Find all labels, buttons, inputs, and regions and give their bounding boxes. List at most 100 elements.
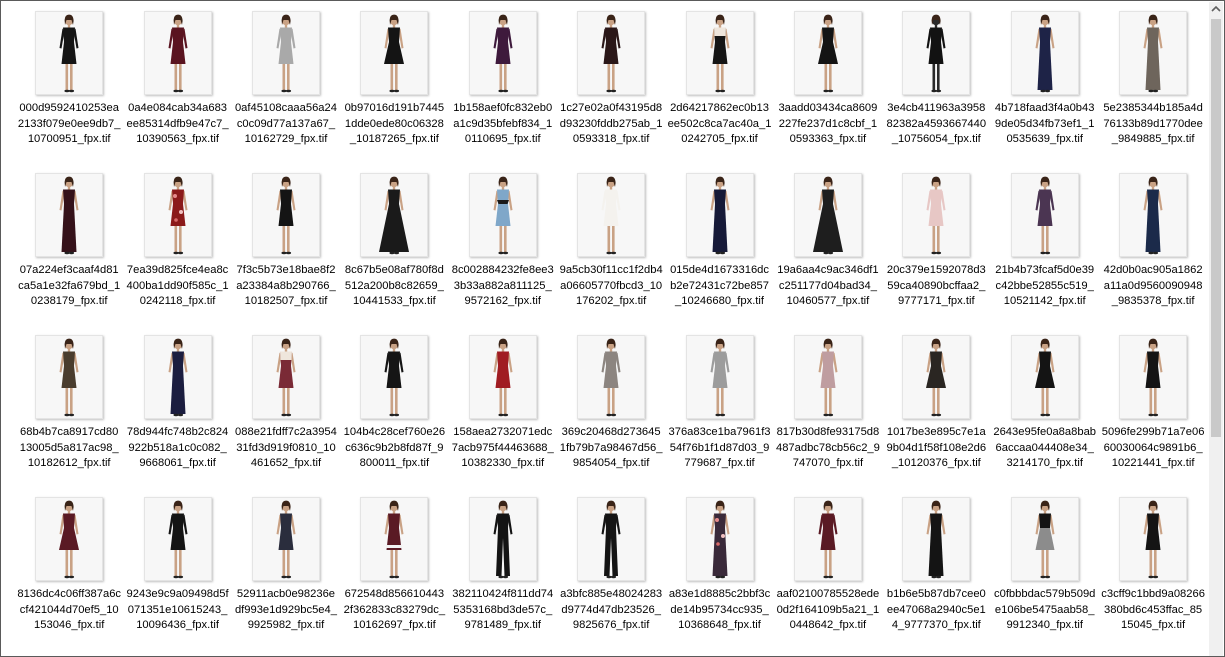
file-tile[interactable]: 4b718faad3f4a0b439de05d34fb73ef1_1053563… xyxy=(991,5,1099,167)
image-thumbnail[interactable] xyxy=(685,497,754,581)
image-thumbnail[interactable] xyxy=(360,173,429,257)
file-tile[interactable]: 9a5cb30f11cc1f2db4a06605770fbcd3_1017620… xyxy=(557,167,665,329)
file-tile[interactable]: 158aea2732071edc7acb975f44463688_1038233… xyxy=(449,329,557,491)
file-tile[interactable]: 8136dc4c06ff387a6ccf421044d70ef5_1015304… xyxy=(15,491,123,653)
file-name-label: 68b4b7ca8917cd8013005d5a817ac98_10182612… xyxy=(19,426,119,469)
file-tile[interactable]: 9243e9c9a09498d5f071351e10615243_1009643… xyxy=(123,491,231,653)
file-name-label: 9a5cb30f11cc1f2db4a06605770fbcd3_1017620… xyxy=(559,264,663,307)
scrollbar-thumb[interactable] xyxy=(1211,19,1221,437)
file-tile[interactable]: 7f3c5b73e18bae8f2a23384a8b290766_1018250… xyxy=(232,167,340,329)
image-thumbnail[interactable] xyxy=(1119,11,1188,95)
file-name-label: 015de4d1673316dcb2e72431c72be857_1024668… xyxy=(670,264,769,307)
image-thumbnail[interactable] xyxy=(685,11,754,95)
file-tile[interactable]: 5096fe299b71a7e0660030064c9891b6_1022144… xyxy=(1099,329,1207,491)
file-tile[interactable]: 2d64217862ec0b13ee502c8ca7ac40a_10242705… xyxy=(665,5,773,167)
file-tile[interactable]: 3e4cb411963a395882382a4593667440_1075605… xyxy=(882,5,990,167)
file-tile[interactable]: 817b30d8fe93175d8487adbc78cb56c2_9747070… xyxy=(774,329,882,491)
file-name-label: 0a4e084cab34a683ee85314dfb9e47c7_1039056… xyxy=(126,102,229,145)
file-tile[interactable]: 382110424f811dd745353168bd3de57c_9781489… xyxy=(449,491,557,653)
file-tile[interactable]: 8c002884232fe8ee33b33a882a811125_9572162… xyxy=(449,167,557,329)
image-thumbnail[interactable] xyxy=(577,335,646,419)
file-tile[interactable]: 78d944fc748b2c824922b518a1c0c082_9668061… xyxy=(123,329,231,491)
image-thumbnail[interactable] xyxy=(1119,335,1188,419)
image-thumbnail[interactable] xyxy=(902,173,971,257)
image-thumbnail[interactable] xyxy=(577,497,646,581)
image-thumbnail[interactable] xyxy=(360,335,429,419)
image-thumbnail[interactable] xyxy=(251,497,320,581)
file-tile[interactable]: 5e2385344b185a4d76133b89d1770dee_9849885… xyxy=(1099,5,1207,167)
file-tile[interactable]: 68b4b7ca8917cd8013005d5a817ac98_10182612… xyxy=(15,329,123,491)
file-tile[interactable]: 1c27e02a0f43195d8d93230fddb275ab_1059331… xyxy=(557,5,665,167)
file-tile[interactable]: 376a83ce1ba7961f354f76b1f1d87d03_9779687… xyxy=(665,329,773,491)
image-thumbnail[interactable] xyxy=(35,497,104,581)
image-thumbnail[interactable] xyxy=(577,11,646,95)
image-thumbnail[interactable] xyxy=(251,11,320,95)
file-name-label: 376a83ce1ba7961f354f76b1f1d87d03_9779687… xyxy=(668,426,771,469)
vertical-scrollbar[interactable] xyxy=(1209,2,1223,656)
file-tile[interactable]: a3bfc885e48024283d9774d47db23526_9825676… xyxy=(557,491,665,653)
file-tile[interactable]: c0fbbbdac579b509de106be5475aab58_9912340… xyxy=(991,491,1099,653)
image-thumbnail[interactable] xyxy=(1119,173,1188,257)
image-thumbnail[interactable] xyxy=(35,173,104,257)
image-thumbnail[interactable] xyxy=(1119,497,1188,581)
file-tile[interactable]: 8c67b5e08af780f8d512a200b8c82659_1044153… xyxy=(340,167,448,329)
file-tile[interactable]: 0af45108caaa56a24c0c09d77a137a67_1016272… xyxy=(232,5,340,167)
image-thumbnail[interactable] xyxy=(793,335,862,419)
image-thumbnail[interactable] xyxy=(143,173,212,257)
file-tile[interactable]: 0b97016d191b74451dde0ede80c06328_1018726… xyxy=(340,5,448,167)
image-thumbnail[interactable] xyxy=(143,497,212,581)
image-thumbnail[interactable] xyxy=(468,335,537,419)
image-thumbnail[interactable] xyxy=(468,497,537,581)
image-thumbnail[interactable] xyxy=(143,335,212,419)
file-tile[interactable]: 088e21fdff7c2a395431fd3d919f0810_1046165… xyxy=(232,329,340,491)
file-tile[interactable]: 2643e95fe0a8a8bab6accaa044408e34_3214170… xyxy=(991,329,1099,491)
image-thumbnail[interactable] xyxy=(1010,497,1079,581)
image-thumbnail[interactable] xyxy=(902,335,971,419)
file-tile[interactable]: 672548d8566104432f362833c83279dc_1016269… xyxy=(340,491,448,653)
image-thumbnail[interactable] xyxy=(793,497,862,581)
file-tile[interactable]: 20c379e1592078d359ca40890bcffaa2_9777171… xyxy=(882,167,990,329)
image-thumbnail[interactable] xyxy=(360,497,429,581)
file-name-label: 52911acb0e98236edf993e1d929bc5e4_9925982… xyxy=(234,588,337,631)
file-tile[interactable]: 015de4d1673316dcb2e72431c72be857_1024668… xyxy=(665,167,773,329)
image-thumbnail[interactable] xyxy=(1010,173,1079,257)
file-tile[interactable]: b1b6e5b87db7cee0ee47068a2940c5e14_977737… xyxy=(882,491,990,653)
file-tile[interactable]: 52911acb0e98236edf993e1d929bc5e4_9925982… xyxy=(232,491,340,653)
image-thumbnail[interactable] xyxy=(685,335,754,419)
image-thumbnail[interactable] xyxy=(468,11,537,95)
image-thumbnail[interactable] xyxy=(1010,335,1079,419)
image-thumbnail[interactable] xyxy=(35,11,104,95)
image-thumbnail[interactable] xyxy=(35,335,104,419)
file-tile[interactable]: 369c20468d2736451fb79b7a98467d56_9854054… xyxy=(557,329,665,491)
image-thumbnail[interactable] xyxy=(251,173,320,257)
file-tile[interactable]: 000d9592410253ea2133f079e0ee9db7_1070095… xyxy=(15,5,123,167)
image-thumbnail[interactable] xyxy=(1010,11,1079,95)
file-tile[interactable]: 1017be3e895c7e1a9b04d1f58f108e2d6_101203… xyxy=(882,329,990,491)
file-tile[interactable]: 3aadd03434ca8609227fe237d1c8cbf_10593363… xyxy=(774,5,882,167)
image-thumbnail[interactable] xyxy=(793,173,862,257)
file-tile[interactable]: aaf02100785528ede0d2f164109b5a21_1044864… xyxy=(774,491,882,653)
file-tile[interactable]: 42d0b0ac905a1862a11a0d9560090948_9835378… xyxy=(1099,167,1207,329)
image-thumbnail[interactable] xyxy=(251,335,320,419)
image-thumbnail[interactable] xyxy=(902,497,971,581)
file-tile[interactable]: 19a6aa4c9ac346df1c251177d04bad34_1046057… xyxy=(774,167,882,329)
file-tile[interactable]: 1b158aef0fc832eb0a1c9d35bfebf834_1011069… xyxy=(449,5,557,167)
image-thumbnail[interactable] xyxy=(685,173,754,257)
file-tile[interactable]: 104b4c28cef760e26c636c9b2b8fd87f_9800011… xyxy=(340,329,448,491)
file-name-label: 0b97016d191b74451dde0ede80c06328_1018726… xyxy=(344,102,445,145)
image-thumbnail[interactable] xyxy=(360,11,429,95)
file-tile[interactable]: 7ea39d825fce4ea8c400ba1dd90f585c_1024211… xyxy=(123,167,231,329)
file-tile[interactable]: a83e1d8885c2bbf3cde14b95734cc935_1036864… xyxy=(665,491,773,653)
image-thumbnail[interactable] xyxy=(793,11,862,95)
file-tile[interactable]: 21b4b73fcaf5d0e39c42bbe52855c519_1052114… xyxy=(991,167,1099,329)
image-thumbnail[interactable] xyxy=(577,173,646,257)
file-tile[interactable]: 07a224ef3caaf4d81ca5a1e32fa679bd_1023817… xyxy=(15,167,123,329)
file-tile[interactable]: c3cff9c1bbd9a08266380bd6c453ffac_8515045… xyxy=(1099,491,1207,653)
file-name-label: c3cff9c1bbd9a08266380bd6c453ffac_8515045… xyxy=(1101,588,1205,631)
image-thumbnail[interactable] xyxy=(468,173,537,257)
image-thumbnail[interactable] xyxy=(902,11,971,95)
file-name-label: 088e21fdff7c2a395431fd3d919f0810_1046165… xyxy=(235,426,337,469)
image-thumbnail[interactable] xyxy=(143,11,212,95)
scroll-up-arrow-icon[interactable] xyxy=(1209,2,1223,16)
file-tile[interactable]: 0a4e084cab34a683ee85314dfb9e47c7_1039056… xyxy=(123,5,231,167)
